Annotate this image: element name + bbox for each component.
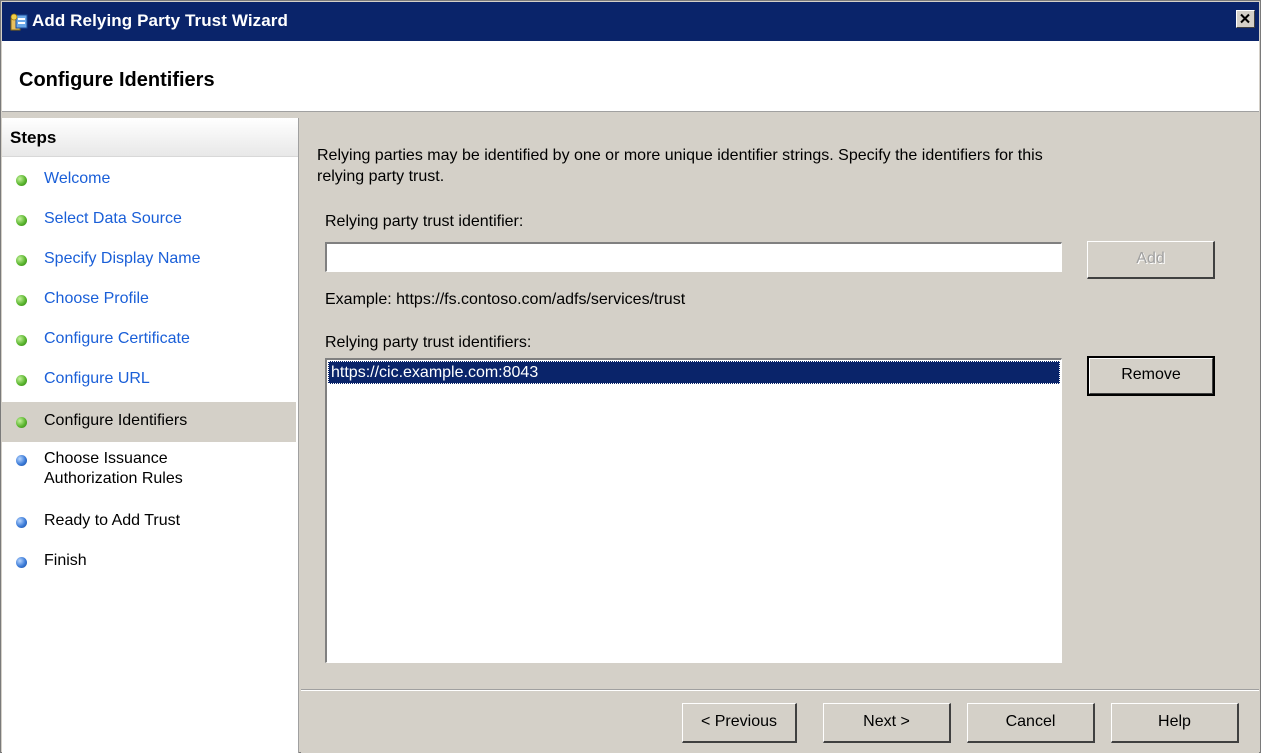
- steps-heading: Steps: [2, 118, 298, 157]
- step-pending-icon: [16, 557, 27, 568]
- previous-button[interactable]: < Previous: [682, 703, 797, 743]
- step-complete-icon: [16, 295, 27, 306]
- add-button[interactable]: Add: [1087, 241, 1215, 279]
- remove-button-label: Remove: [1121, 366, 1181, 383]
- step-complete-icon: [16, 417, 27, 428]
- step-label[interactable]: Welcome: [44, 168, 110, 190]
- description-line-1: Relying parties may be identified by one…: [317, 147, 1043, 164]
- content-pane: Relying parties may be identified by one…: [301, 118, 1259, 753]
- step-configure-identifiers: Configure Identifiers: [2, 402, 296, 442]
- step-label[interactable]: Specify Display Name: [44, 248, 201, 270]
- step-complete-icon: [16, 215, 27, 226]
- identifier-label: Relying party trust identifier:: [325, 213, 524, 230]
- step-pending-icon: [16, 517, 27, 528]
- identifier-input[interactable]: [325, 242, 1062, 272]
- cancel-button-label: Cancel: [1005, 713, 1056, 730]
- wizard-window: Add Relying Party Trust Wizard Configure…: [0, 0, 1261, 753]
- next-button-label: Next >: [863, 713, 910, 730]
- step-label[interactable]: Configure Certificate: [44, 328, 190, 350]
- step-label[interactable]: Choose Profile: [44, 288, 149, 310]
- help-button[interactable]: Help: [1111, 703, 1239, 743]
- steps-panel: Steps Welcome Select Data Source Specify…: [2, 118, 299, 753]
- step-pending-icon: [16, 455, 27, 466]
- window-title: Add Relying Party Trust Wizard: [32, 11, 288, 30]
- step-label: Choose Issuance: [44, 450, 168, 467]
- step-label[interactable]: Configure URL: [44, 368, 150, 390]
- description: Relying parties may be identified by one…: [317, 145, 1217, 187]
- remove-button[interactable]: Remove: [1087, 356, 1215, 396]
- step-choose-issuance-authorization-rules: Choose Issuance Authorization Rules: [2, 448, 296, 492]
- add-button-label: Add: [1136, 250, 1165, 267]
- example-text: Example: https://fs.contoso.com/adfs/ser…: [325, 291, 686, 308]
- identifiers-list[interactable]: https://cic.example.com:8043: [325, 358, 1062, 663]
- step-label[interactable]: Select Data Source: [44, 208, 182, 230]
- step-label: Finish: [44, 552, 87, 569]
- footer-divider: [301, 689, 1259, 691]
- previous-button-label: < Previous: [700, 713, 778, 730]
- title-bar[interactable]: Add Relying Party Trust Wizard: [2, 2, 1259, 41]
- identifiers-label: Relying party trust identifiers:: [325, 334, 532, 351]
- cancel-button[interactable]: Cancel: [967, 703, 1095, 743]
- step-complete-icon: [16, 375, 27, 386]
- step-label: Configure Identifiers: [44, 412, 188, 429]
- next-button[interactable]: Next >: [823, 703, 951, 743]
- step-complete-icon: [16, 255, 27, 266]
- steps-heading-label: Steps: [10, 128, 57, 147]
- close-button[interactable]: [1236, 10, 1255, 28]
- page-header: Configure Identifiers: [2, 41, 1259, 112]
- help-button-label: Help: [1158, 713, 1191, 730]
- list-item-selected[interactable]: https://cic.example.com:8043: [328, 361, 1060, 384]
- close-icon: [1240, 13, 1250, 24]
- step-label: Ready to Add Trust: [44, 512, 181, 529]
- step-label-line2: Authorization Rules: [44, 470, 183, 487]
- step-complete-icon: [16, 335, 27, 346]
- step-complete-icon: [16, 175, 27, 186]
- wizard-app-icon: [10, 13, 28, 31]
- page-title: Configure Identifiers: [19, 69, 215, 91]
- description-line-2: relying party trust.: [317, 168, 445, 185]
